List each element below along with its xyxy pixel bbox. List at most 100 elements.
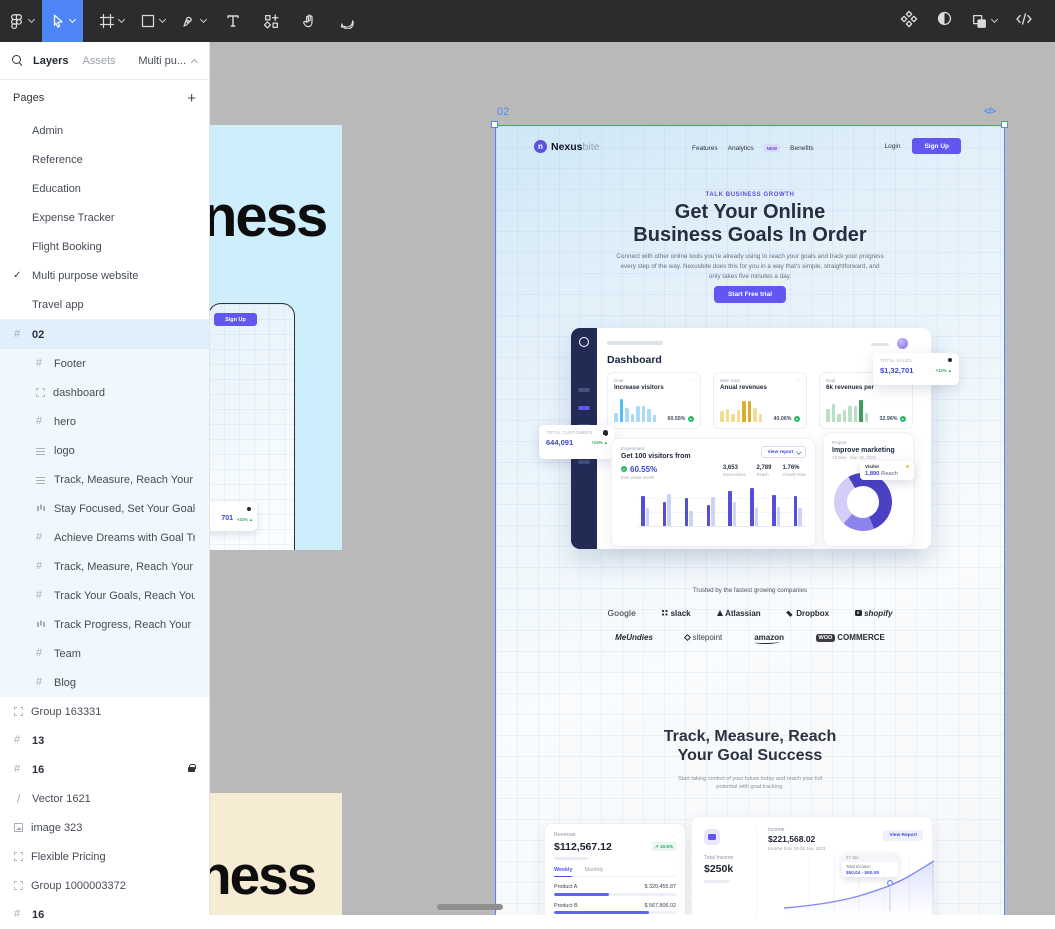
layer-item[interactable]: Group 1000003372 bbox=[0, 871, 209, 900]
page-item[interactable]: ✓ Multi purpose website bbox=[0, 261, 209, 290]
layer-item[interactable]: logo bbox=[0, 436, 209, 465]
nav-benefits[interactable]: Benefits bbox=[790, 145, 814, 152]
artboard-partial-top[interactable]: ness Sign Up 701 +32% ▲ bbox=[210, 125, 342, 550]
mask-icon[interactable] bbox=[936, 10, 953, 32]
chevron-down-icon bbox=[795, 448, 801, 454]
selection-handle-top-left[interactable] bbox=[491, 121, 498, 128]
brand-logo[interactable]: n Nexusbite bbox=[534, 140, 599, 153]
layer-item[interactable]: Track, Measure, Reach Your G... bbox=[0, 465, 209, 494]
pen-tool-icon[interactable] bbox=[173, 0, 214, 42]
start-free-trial-button[interactable]: Start Free trial bbox=[713, 286, 787, 303]
more-menu-icon[interactable]: ... bbox=[670, 832, 676, 838]
page-item[interactable]: ✓Reference bbox=[0, 145, 209, 174]
progress-pill bbox=[704, 880, 730, 883]
horizontal-scrollbar[interactable] bbox=[437, 904, 503, 910]
tab-assets[interactable]: Assets bbox=[82, 55, 115, 67]
layer-item[interactable]: image 323 bbox=[0, 813, 209, 842]
project-card: Project Improve marketing 12 Sep - Sep 1… bbox=[823, 432, 914, 547]
company-logo: sitepoint bbox=[683, 633, 722, 642]
more-menu-icon[interactable]: ... bbox=[689, 377, 695, 383]
figma-menu-icon[interactable] bbox=[0, 0, 42, 42]
landing-header: n Nexusbite Features Analytics NEW Benef… bbox=[496, 134, 1004, 162]
tooltip-date: 27 Jan bbox=[842, 853, 898, 862]
tab-weekly[interactable]: Weekly bbox=[554, 867, 573, 877]
frame-02[interactable]: n Nexusbite Features Analytics NEW Benef… bbox=[495, 125, 1005, 915]
layer-label: Flexible Pricing bbox=[31, 850, 106, 863]
check-icon: ✓ bbox=[13, 270, 22, 281]
layer-item[interactable]: Track Your Goals, Reach Your ... bbox=[0, 581, 209, 610]
layer-item[interactable]: Blog bbox=[0, 668, 209, 697]
frame-name-label[interactable]: 02 bbox=[497, 106, 509, 118]
tab-monthly[interactable]: Monthly bbox=[584, 867, 603, 873]
layer-item[interactable]: Achieve Dreams with Goal Tra... bbox=[0, 523, 209, 552]
page-item[interactable]: ✓Flight Booking bbox=[0, 232, 209, 261]
stat-item: 2,789 Reach bbox=[756, 464, 772, 477]
canvas[interactable]: ness Sign Up 701 +32% ▲ ness 02 </> n Ne… bbox=[210, 42, 1055, 915]
resources-tool-icon[interactable] bbox=[252, 0, 290, 42]
boolean-group-icon[interactable] bbox=[971, 13, 999, 30]
page-item[interactable]: ✓Admin bbox=[0, 116, 209, 145]
view-report-dropdown[interactable]: View report bbox=[761, 446, 806, 458]
layer-item[interactable]: Track, Measure, Reach Your G... bbox=[0, 552, 209, 581]
layer-item[interactable]: Vector 1621 bbox=[0, 784, 209, 813]
login-link[interactable]: Login bbox=[885, 143, 901, 150]
shape-tool-icon[interactable] bbox=[132, 0, 173, 42]
layer-item[interactable]: Footer bbox=[0, 349, 209, 378]
nav-analytics[interactable]: Analytics bbox=[728, 145, 754, 152]
text-tool-icon[interactable] bbox=[214, 0, 252, 42]
component-icon[interactable] bbox=[900, 10, 918, 33]
layer-item[interactable]: Stay Focused, Set Your Goals,... bbox=[0, 494, 209, 523]
lock-icon[interactable] bbox=[188, 763, 196, 772]
hero-body: Connect with other online tools you're a… bbox=[616, 253, 884, 280]
chevron-down-icon bbox=[68, 15, 77, 24]
tooltip-value: 1,890 bbox=[865, 470, 880, 477]
layer-item[interactable]: 13 bbox=[0, 726, 209, 755]
frame-tool-icon[interactable] bbox=[91, 0, 132, 42]
page-label: Reference bbox=[32, 153, 83, 166]
page-dropdown[interactable]: Multi pu... bbox=[138, 55, 199, 67]
layer-label: Team bbox=[54, 647, 81, 660]
layer-item[interactable]: Group 163331 bbox=[0, 697, 209, 726]
page-label: Travel app bbox=[32, 298, 84, 311]
search-icon[interactable] bbox=[12, 55, 23, 66]
page-item[interactable]: ✓Expense Tracker bbox=[0, 203, 209, 232]
company-logo: Dropbox bbox=[787, 609, 829, 618]
selection-handle-top-right[interactable] bbox=[1001, 121, 1008, 128]
layer-type-icon bbox=[14, 764, 24, 775]
page-label: Flight Booking bbox=[32, 240, 102, 253]
layer-item[interactable]: 02 bbox=[0, 320, 209, 349]
more-menu-icon[interactable]: ... bbox=[795, 377, 801, 383]
layer-type-icon bbox=[14, 823, 23, 832]
logo-icon bbox=[683, 633, 691, 642]
page-item[interactable]: ✓Education bbox=[0, 174, 209, 203]
page-item[interactable]: ✓Travel app bbox=[0, 290, 209, 319]
revenue-label: Revenue bbox=[554, 832, 576, 838]
goal-bar-chart bbox=[826, 398, 868, 422]
total-sales-card: TOTAL SALES $1,32,701 +12% ▲ bbox=[873, 353, 959, 385]
logo-icon bbox=[787, 610, 794, 616]
layer-type-icon bbox=[14, 735, 24, 746]
chevron-down-icon bbox=[990, 15, 999, 24]
layer-item[interactable]: hero bbox=[0, 407, 209, 436]
view-report-button[interactable]: View Report bbox=[883, 830, 923, 841]
signup-button[interactable]: Sign Up bbox=[214, 313, 257, 326]
signup-button[interactable]: Sign Up bbox=[912, 138, 961, 154]
layer-item[interactable]: Flexible Pricing bbox=[0, 842, 209, 871]
move-tool-icon[interactable] bbox=[42, 0, 83, 42]
nav-features[interactable]: Features bbox=[692, 145, 718, 152]
goals-section-title: Track, Measure, Reach Your Goal Success bbox=[496, 727, 1004, 765]
layer-item[interactable]: 16 bbox=[0, 755, 209, 784]
layer-item[interactable]: dashboard bbox=[0, 378, 209, 407]
artboard-partial-bottom[interactable]: ness bbox=[210, 793, 342, 915]
layer-item[interactable]: Track Progress, Reach Your G... bbox=[0, 610, 209, 639]
tab-layers[interactable]: Layers bbox=[33, 55, 68, 67]
add-page-button[interactable]: + bbox=[187, 91, 196, 106]
hand-tool-icon[interactable] bbox=[290, 0, 328, 42]
comment-tool-icon[interactable] bbox=[328, 0, 366, 42]
layer-type-icon bbox=[36, 532, 46, 543]
code-icon[interactable] bbox=[1015, 10, 1033, 33]
company-logo: COMMERCE bbox=[816, 633, 885, 642]
layer-item[interactable]: Team bbox=[0, 639, 209, 668]
layer-label: image 323 bbox=[31, 821, 83, 834]
frame-code-icon[interactable]: </> bbox=[984, 106, 996, 116]
